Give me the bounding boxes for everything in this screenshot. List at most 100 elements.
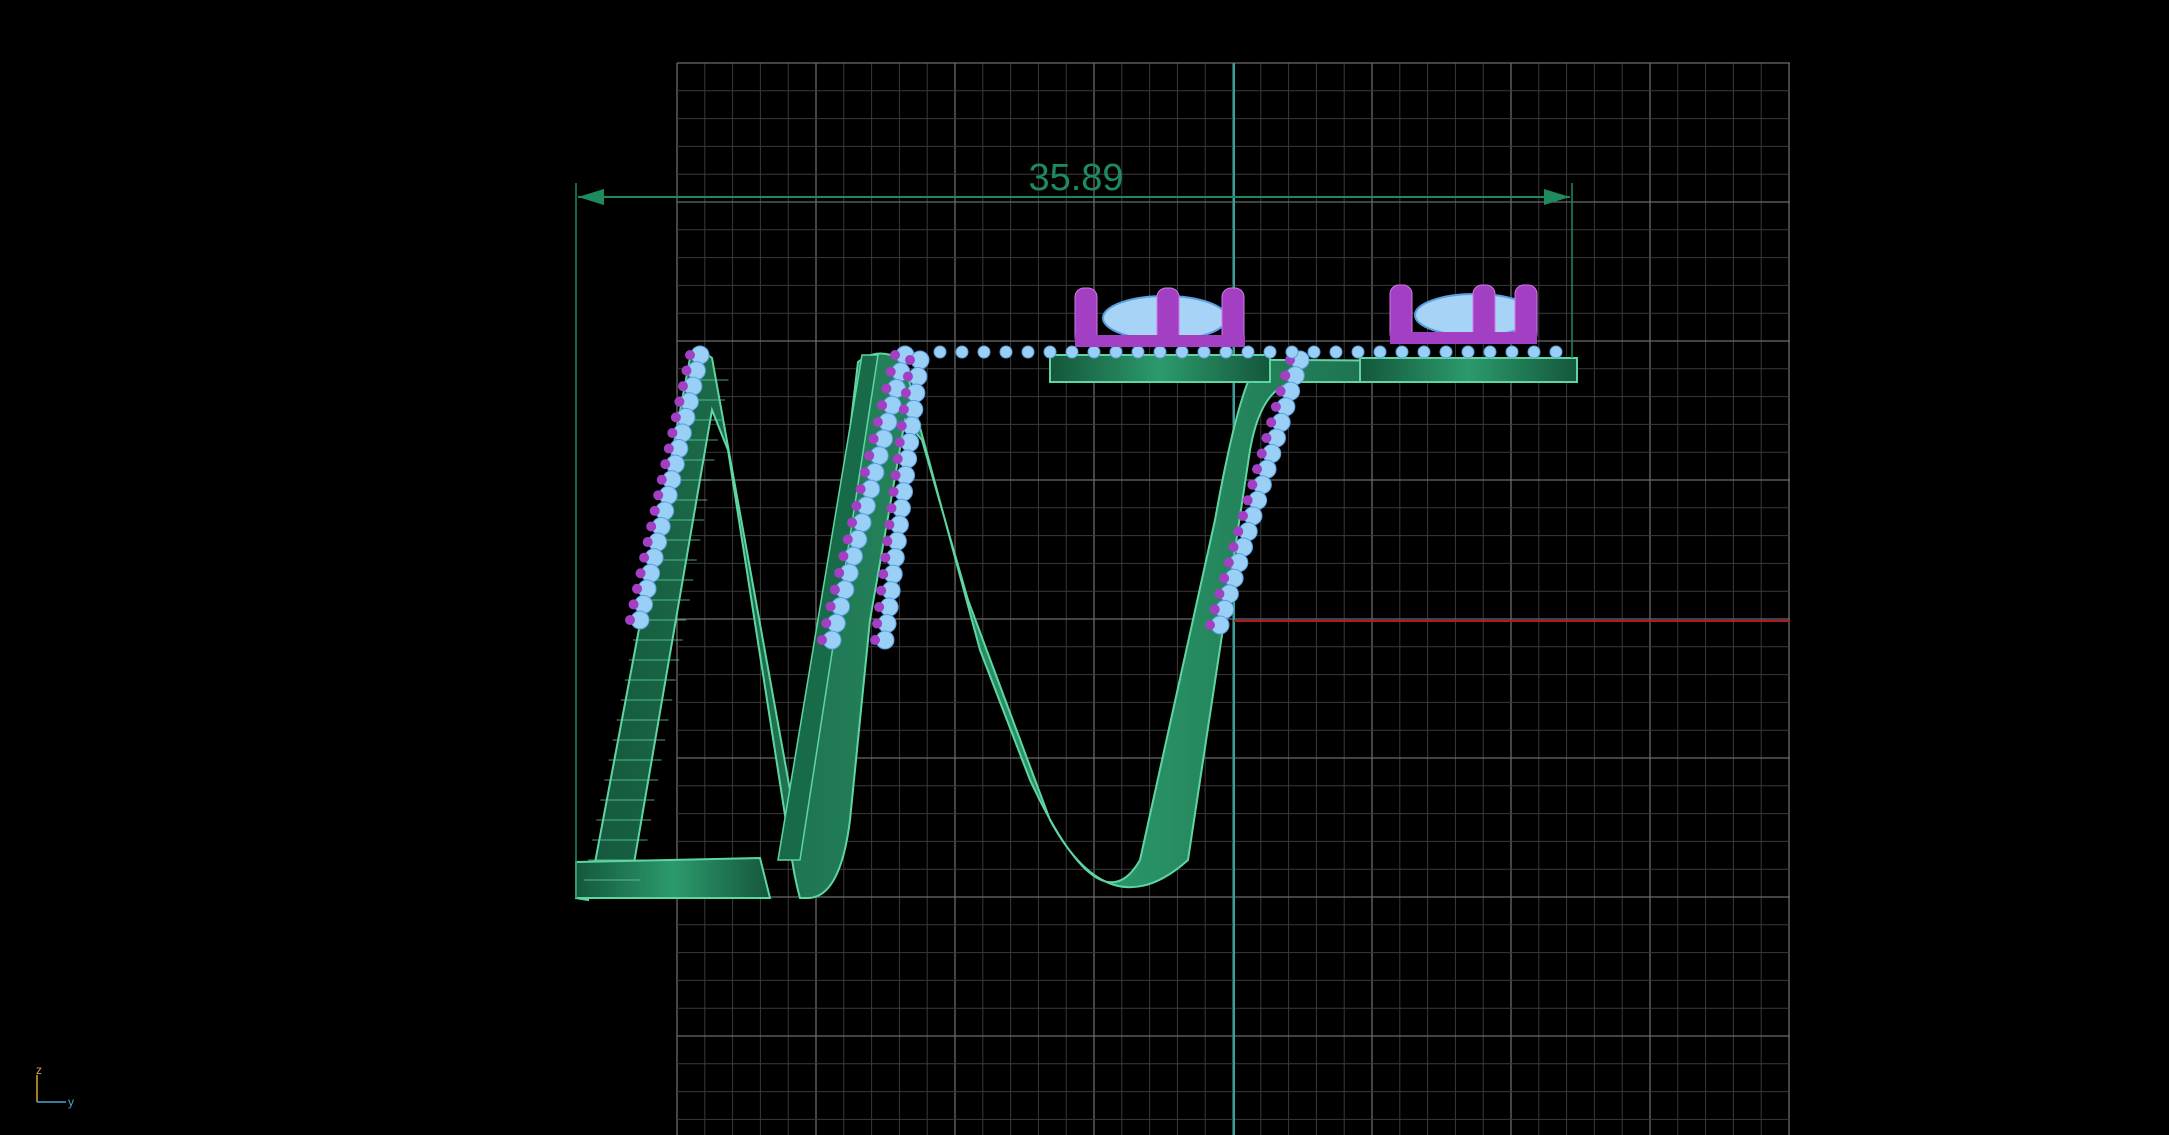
bead-prong: [876, 585, 887, 596]
pave-stone: [1461, 345, 1475, 359]
bead-prong: [1214, 588, 1225, 599]
y-axis-label: y: [68, 1095, 74, 1109]
pave-stone: [1549, 345, 1563, 359]
pave-stone: [1021, 345, 1035, 359]
bead-prong: [685, 350, 695, 360]
pave-stone: [1263, 345, 1277, 359]
bead-prong: [670, 412, 681, 423]
setting-base: [1075, 335, 1245, 347]
bead-prong: [1270, 401, 1281, 412]
band-bottom-left: [575, 856, 772, 899]
pave-stone: [1505, 345, 1519, 359]
pave-stone: [1527, 345, 1541, 359]
bead-prong: [905, 355, 915, 365]
setting-base: [1390, 332, 1537, 344]
pave-stone: [1417, 345, 1431, 359]
bead-prong: [829, 584, 840, 595]
bead-prong: [868, 433, 879, 444]
band-body: [575, 352, 1578, 902]
pave-stone: [1175, 345, 1189, 359]
pave-stone: [1241, 345, 1255, 359]
pave-stone: [1219, 345, 1233, 359]
pave-stone: [933, 345, 947, 359]
bead-prong: [663, 443, 674, 454]
bead-prong: [1233, 526, 1244, 537]
bead-prong: [656, 474, 667, 485]
pave-stone: [1109, 345, 1123, 359]
bead-prong: [890, 470, 901, 481]
bead-prong: [677, 381, 688, 392]
bead-prong: [885, 366, 896, 377]
bead-prong: [874, 602, 885, 613]
bead-prong: [902, 371, 913, 382]
ring-band[interactable]: [575, 352, 1578, 902]
bead-prong: [838, 551, 849, 562]
pave-stone: [1483, 345, 1497, 359]
bead-prong: [851, 500, 862, 511]
bead-prong: [894, 437, 905, 448]
pave-stone: [1373, 345, 1387, 359]
bead-prong: [1256, 448, 1267, 459]
bead-prong: [896, 420, 907, 431]
pave-stone: [1439, 345, 1453, 359]
pave-stone: [977, 345, 991, 359]
bead-prong: [878, 569, 889, 580]
bead-prong: [1228, 542, 1239, 553]
center-setting-right[interactable]: [1389, 284, 1538, 344]
bead-prong: [890, 350, 900, 360]
bead-prong: [646, 521, 657, 532]
pave-stone: [1065, 345, 1079, 359]
dimension-arrow-left: [578, 189, 604, 205]
bead-prong: [1209, 604, 1220, 615]
bead-prong: [855, 484, 866, 495]
bead-prong: [842, 534, 853, 545]
pave-stone: [1153, 345, 1167, 359]
bead-prong: [1205, 620, 1215, 630]
bead-prong: [888, 486, 899, 497]
bead-prong: [1242, 495, 1253, 506]
bead-prong: [653, 490, 664, 501]
bead-prong: [639, 552, 650, 563]
pave-stone: [1087, 345, 1101, 359]
bead-prong: [847, 517, 858, 528]
bead-prong: [886, 503, 897, 514]
cad-viewport[interactable]: 35.89 z y: [0, 0, 2169, 1135]
band-top-plateau-right: [1359, 357, 1578, 383]
bead-prong: [892, 453, 903, 464]
bead-prong: [674, 396, 685, 407]
bead-prong: [881, 383, 892, 394]
bead-prong: [872, 618, 883, 629]
band-top-plateau-left: [1049, 354, 1271, 383]
bead-prong: [625, 615, 635, 625]
bead-prong: [1280, 370, 1291, 381]
pave-stone: [955, 345, 969, 359]
bead-prong: [660, 459, 671, 470]
pave-stone: [1043, 345, 1057, 359]
bead-prong: [834, 567, 845, 578]
axis-triad: z y: [36, 1063, 74, 1109]
pave-stone: [999, 345, 1013, 359]
bead-prong: [817, 635, 827, 645]
bead-prong: [884, 519, 895, 530]
dimension-value: 35.89: [1028, 157, 1123, 199]
bead-prong: [1275, 386, 1286, 397]
bead-prong: [859, 467, 870, 478]
bead-prong: [821, 618, 832, 629]
pave-stone: [1307, 345, 1321, 359]
bead-prong: [667, 427, 678, 438]
pave-stone: [1197, 345, 1211, 359]
pave-stone: [1395, 345, 1409, 359]
bead-prong: [1223, 557, 1234, 568]
bead-prong: [1266, 417, 1277, 428]
bead-prong: [1261, 432, 1272, 443]
bead-prong: [872, 417, 883, 428]
scene-canvas[interactable]: 35.89 z y: [0, 0, 2169, 1135]
bead-prong: [898, 404, 909, 415]
bead-prong: [635, 568, 646, 579]
bead-prong: [628, 599, 639, 610]
bead-prong: [870, 635, 880, 645]
pave-stone: [1351, 345, 1365, 359]
dimension-annotation[interactable]: 35.89: [575, 157, 1573, 898]
bead-prong: [882, 536, 893, 547]
center-setting-left[interactable]: [1074, 287, 1245, 347]
